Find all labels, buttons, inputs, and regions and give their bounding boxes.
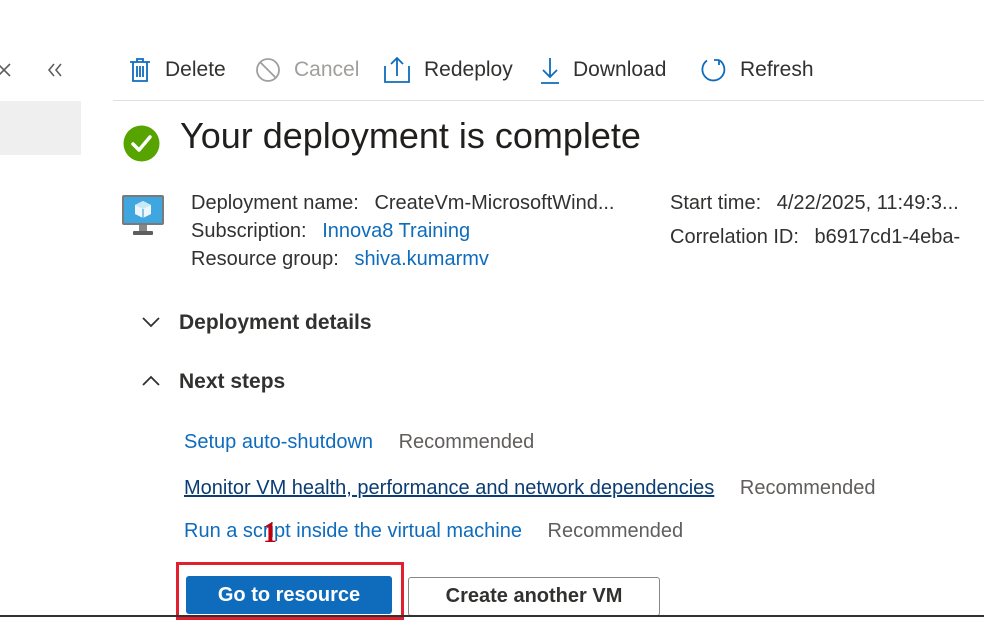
recommended-tag: Recommended xyxy=(547,520,684,542)
cancel-label: Cancel xyxy=(294,58,360,81)
correlation-id-row: Correlation ID: b6917cd1-4eba- xyxy=(670,223,960,251)
step-number-marker: 1 xyxy=(263,518,277,549)
deployment-name-row: Deployment name: CreateVm-MicrosoftWind.… xyxy=(191,189,615,217)
deployment-name-value: CreateVm-MicrosoftWind... xyxy=(374,192,615,214)
chevron-up-icon xyxy=(141,370,179,394)
resource-group-label: Resource group: xyxy=(191,248,339,270)
next-steps-label: Next steps xyxy=(179,370,286,393)
delete-button[interactable]: Delete xyxy=(127,54,226,86)
recommended-tag: Recommended xyxy=(739,477,876,499)
resource-group-link[interactable]: shiva.kumarmv xyxy=(354,248,488,270)
next-steps-toggle[interactable]: Next steps xyxy=(141,370,285,394)
next-step-item: Run a script inside the virtual machine … xyxy=(184,517,683,545)
subscription-row: Subscription: Innova8 Training xyxy=(191,217,615,245)
correlation-id-label: Correlation ID: xyxy=(670,226,799,248)
deployment-details-label: Deployment details xyxy=(179,311,372,334)
cancel-icon xyxy=(254,56,282,84)
left-pane-selected-item[interactable] xyxy=(0,101,81,155)
redeploy-button[interactable]: Redeploy xyxy=(382,54,513,86)
delete-label: Delete xyxy=(165,58,226,81)
deployment-timing: Start time: 4/22/2025, 11:49:3... Correl… xyxy=(670,189,960,251)
refresh-icon xyxy=(698,55,728,85)
refresh-label: Refresh xyxy=(740,58,814,81)
download-icon xyxy=(539,55,561,85)
run-script-link[interactable]: Run a script inside the virtual machine xyxy=(184,520,522,542)
start-time-value: 4/22/2025, 11:49:3... xyxy=(776,192,959,214)
subscription-label: Subscription: xyxy=(191,220,307,242)
deployment-name-label: Deployment name: xyxy=(191,192,359,214)
page-title: Your deployment is complete xyxy=(180,115,641,156)
cancel-button[interactable]: Cancel xyxy=(254,54,359,86)
deployment-details-toggle[interactable]: Deployment details xyxy=(141,311,372,335)
resource-group-row: Resource group: shiva.kumarmv xyxy=(191,245,615,273)
recommended-tag: Recommended xyxy=(398,431,535,453)
chevron-down-icon xyxy=(141,311,179,335)
virtual-machine-icon xyxy=(121,193,165,242)
deployment-metadata: Deployment name: CreateVm-MicrosoftWind.… xyxy=(191,189,615,273)
download-button[interactable]: Download xyxy=(539,54,666,86)
next-step-item: Monitor VM health, performance and netwo… xyxy=(184,474,876,502)
next-step-item: Setup auto-shutdown Recommended xyxy=(184,428,534,456)
download-label: Download xyxy=(573,58,667,81)
trash-icon xyxy=(127,56,153,84)
success-check-icon xyxy=(123,125,160,167)
refresh-button[interactable]: Refresh xyxy=(698,54,814,86)
subscription-link[interactable]: Innova8 Training xyxy=(322,220,470,242)
setup-auto-shutdown-link[interactable]: Setup auto-shutdown xyxy=(184,431,373,453)
correlation-id-value: b6917cd1-4eba- xyxy=(814,226,961,248)
create-another-vm-button[interactable]: Create another VM xyxy=(408,577,660,616)
upload-icon xyxy=(382,55,412,85)
start-time-row: Start time: 4/22/2025, 11:49:3... xyxy=(670,189,960,217)
redeploy-label: Redeploy xyxy=(424,58,513,81)
go-to-resource-button[interactable]: Go to resource xyxy=(186,576,392,614)
monitor-vm-health-link[interactable]: Monitor VM health, performance and netwo… xyxy=(184,477,714,499)
close-icon[interactable] xyxy=(0,58,12,86)
double-chevron-left-icon[interactable] xyxy=(46,60,64,86)
start-time-label: Start time: xyxy=(670,192,762,214)
command-bar: Delete Cancel Redeploy Download Refresh xyxy=(113,40,984,101)
